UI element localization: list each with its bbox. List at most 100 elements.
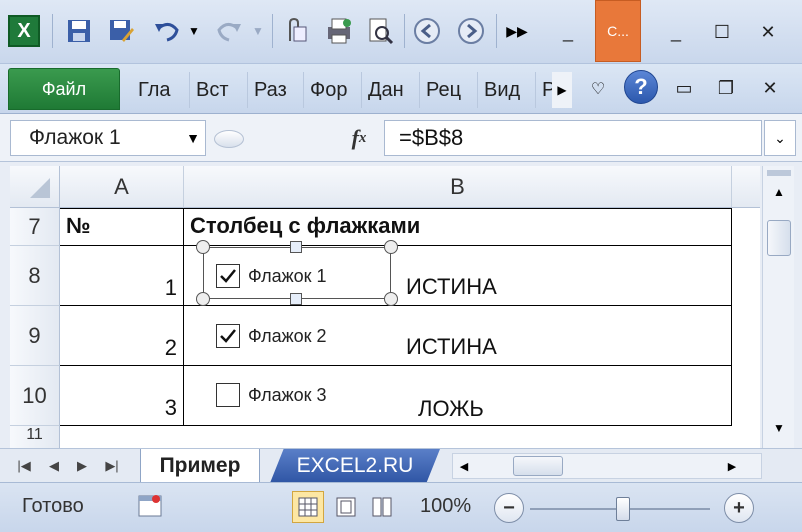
- prev-sheet-icon[interactable]: ◀: [40, 455, 68, 477]
- cell-a10[interactable]: 3: [60, 366, 184, 426]
- checkbox-3[interactable]: Флажок 3: [216, 383, 327, 407]
- status-ready: Готово: [22, 495, 84, 517]
- checkbox-2-box[interactable]: [216, 324, 240, 348]
- sheet-tab-excel2[interactable]: EXCEL2.RU: [270, 449, 440, 483]
- column-header-c[interactable]: [732, 166, 760, 208]
- vertical-scrollbar[interactable]: ▲ ▼: [762, 166, 794, 448]
- page-layout-view-icon[interactable]: [330, 491, 362, 523]
- worksheet-grid[interactable]: A B 7 8 9 10 11 № Столбец с флажками 1 И…: [10, 166, 760, 448]
- undo-icon[interactable]: [150, 12, 184, 50]
- resize-handle[interactable]: [290, 293, 302, 305]
- insert-function-icon[interactable]: fx: [336, 120, 382, 156]
- zoom-slider-thumb[interactable]: [616, 497, 630, 521]
- first-sheet-icon[interactable]: |◀: [10, 455, 38, 477]
- select-all-corner[interactable]: [10, 166, 60, 208]
- cell-b7[interactable]: Столбец с флажками: [184, 208, 732, 246]
- undo-dropdown-icon[interactable]: ▼: [184, 12, 204, 50]
- divider: [404, 14, 405, 48]
- name-box-dropdown-icon[interactable]: ▼: [180, 120, 206, 156]
- tab-page-layout[interactable]: Раз: [248, 72, 304, 108]
- checkbox-2[interactable]: Флажок 2: [216, 324, 327, 348]
- zoom-in-button[interactable]: +: [724, 493, 754, 523]
- formula-input[interactable]: =$B$8: [384, 120, 762, 156]
- tab-formulas[interactable]: Фор: [304, 72, 362, 108]
- row-header-11[interactable]: 11: [10, 426, 60, 448]
- scroll-up-icon[interactable]: ▲: [769, 182, 789, 202]
- formula-bar-resize-handle[interactable]: [214, 130, 244, 148]
- page-break-view-icon[interactable]: [366, 491, 398, 523]
- sheet-tab-bar: |◀ ◀ ▶ ▶| Пример EXCEL2.RU ◀ ▶: [0, 448, 802, 483]
- cell-a7[interactable]: №: [60, 208, 184, 246]
- hscroll-thumb[interactable]: [513, 456, 563, 476]
- tab-view[interactable]: Вид: [478, 72, 536, 108]
- sheet-tab-primer[interactable]: Пример: [140, 449, 260, 483]
- save-as-icon[interactable]: [104, 12, 138, 50]
- resize-handle[interactable]: [384, 240, 398, 254]
- redo-icon[interactable]: [212, 12, 246, 50]
- forward-icon[interactable]: [454, 12, 488, 50]
- tab-home[interactable]: Гла: [132, 72, 190, 108]
- restore-button[interactable]: ☐: [702, 14, 742, 50]
- column-header-b[interactable]: B: [184, 166, 732, 208]
- workbook-restore-button[interactable]: ❐: [706, 70, 746, 106]
- window-title-tab[interactable]: С...: [595, 0, 641, 62]
- resize-handle[interactable]: [196, 240, 210, 254]
- checkbox-2-label: Флажок 2: [248, 325, 327, 346]
- checkbox-1[interactable]: Флажок 1: [216, 264, 327, 288]
- zoom-level[interactable]: 100%: [420, 495, 471, 518]
- ribbon-tabs: Файл Гла Вст Раз Фор Дан Рец Вид Р ▶ ♡ ?…: [0, 64, 802, 114]
- workbook-close-button[interactable]: ✕: [750, 70, 790, 106]
- next-sheet-icon[interactable]: ▶: [68, 455, 96, 477]
- scroll-right-icon[interactable]: ▶: [723, 456, 741, 476]
- horizontal-scrollbar[interactable]: ◀ ▶: [452, 453, 762, 479]
- minimize-button[interactable]: _: [656, 14, 696, 50]
- zoom-out-button[interactable]: −: [494, 493, 524, 523]
- save-icon[interactable]: [62, 12, 96, 50]
- row-header-9[interactable]: 9: [10, 306, 60, 366]
- scroll-down-icon[interactable]: ▼: [769, 418, 789, 438]
- tab-insert[interactable]: Вст: [190, 72, 248, 108]
- resize-handle[interactable]: [196, 292, 210, 306]
- name-box[interactable]: Флажок 1: [10, 120, 206, 156]
- macro-record-icon[interactable]: [136, 491, 166, 521]
- attachment-icon[interactable]: [278, 12, 312, 50]
- checkbox-3-box[interactable]: [216, 383, 240, 407]
- resize-handle[interactable]: [384, 292, 398, 306]
- divider: [272, 14, 273, 48]
- checkbox-3-label: Флажок 3: [248, 384, 327, 405]
- cell-a8[interactable]: 1: [60, 246, 184, 306]
- tab-file[interactable]: Файл: [8, 68, 120, 110]
- checkbox-1-box[interactable]: [216, 264, 240, 288]
- back-icon[interactable]: [410, 12, 444, 50]
- normal-view-icon[interactable]: [292, 491, 324, 523]
- workbook-minimize-button[interactable]: ▭: [664, 70, 704, 106]
- column-header-a[interactable]: A: [60, 166, 184, 208]
- excel-app-icon[interactable]: X: [8, 15, 40, 47]
- row-header-7[interactable]: 7: [10, 208, 60, 246]
- ribbon-collapse-icon[interactable]: ♡: [584, 74, 612, 104]
- cell-b8-value: ИСТИНА: [406, 274, 497, 299]
- tab-review[interactable]: Рец: [420, 72, 478, 108]
- resize-handle[interactable]: [290, 241, 302, 253]
- row-header-8[interactable]: 8: [10, 246, 60, 306]
- split-handle[interactable]: [767, 170, 791, 176]
- divider: [52, 14, 53, 48]
- redo-dropdown-icon[interactable]: ▼: [248, 12, 268, 50]
- minimize-small-button[interactable]: _: [548, 14, 588, 50]
- tab-data[interactable]: Дан: [362, 72, 420, 108]
- cell-a9[interactable]: 2: [60, 306, 184, 366]
- formula-bar: Флажок 1 ▼ fx =$B$8 ⌄: [0, 114, 802, 162]
- last-sheet-icon[interactable]: ▶|: [98, 455, 126, 477]
- tab-scroll-right-icon[interactable]: ▶: [552, 72, 572, 108]
- preview-icon[interactable]: [364, 12, 398, 50]
- help-icon[interactable]: ?: [624, 70, 658, 104]
- scroll-left-icon[interactable]: ◀: [455, 456, 473, 476]
- row-header-10[interactable]: 10: [10, 366, 60, 426]
- close-button[interactable]: ✕: [748, 14, 788, 50]
- divider: [496, 14, 497, 48]
- expand-formula-icon[interactable]: ⌄: [764, 120, 796, 156]
- title-bar: X ▼ ▼ ▶▶ _ С... _ ☐ ✕: [0, 0, 802, 64]
- more-commands-icon[interactable]: ▶▶: [500, 12, 534, 50]
- scroll-thumb[interactable]: [767, 220, 791, 256]
- print-preview-icon[interactable]: [322, 12, 356, 50]
